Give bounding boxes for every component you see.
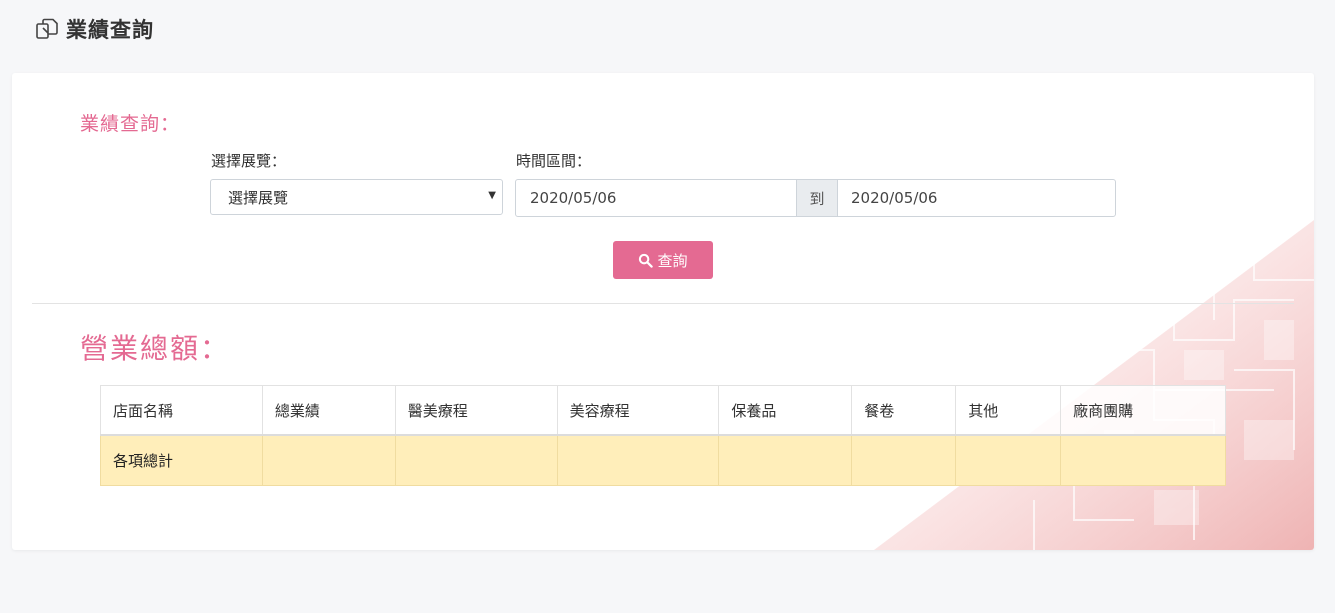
table-cell bbox=[261, 434, 396, 486]
search-icon bbox=[639, 253, 654, 268]
start-date-input[interactable]: 2020/05/06 bbox=[516, 180, 796, 216]
column-header: 店面名稱 bbox=[100, 385, 263, 436]
table-row: 各項總計 bbox=[100, 434, 1226, 486]
column-header: 美容療程 bbox=[556, 385, 720, 436]
table-cell bbox=[851, 434, 957, 486]
column-header: 廠商團購 bbox=[1060, 385, 1226, 436]
table-cell bbox=[718, 434, 853, 486]
caret-down-icon: ▼ bbox=[488, 190, 496, 201]
column-header: 其他 bbox=[955, 385, 1062, 436]
copy-icon bbox=[34, 16, 60, 42]
revenue-summary-table: 店面名稱 總業績 醫美療程 美容療程 保養品 餐卷 其他 廠商團購 各項總計 bbox=[100, 385, 1226, 486]
section-divider bbox=[32, 303, 1294, 304]
column-header: 保養品 bbox=[718, 385, 853, 436]
date-range-group: 2020/05/06 到 2020/05/06 bbox=[515, 179, 1116, 217]
exhibition-select[interactable]: 選擇展覽 ▼ bbox=[210, 179, 503, 215]
page-title: 業績查詢 bbox=[66, 18, 154, 42]
row-label: 各項總計 bbox=[100, 434, 263, 486]
table-header-row: 店面名稱 總業績 醫美療程 美容療程 保養品 餐卷 其他 廠商團購 bbox=[100, 385, 1226, 436]
column-header: 餐卷 bbox=[851, 385, 957, 436]
total-revenue-title: 營業總額： bbox=[80, 332, 231, 365]
exhibition-label: 選擇展覽： bbox=[211, 152, 287, 170]
table-cell bbox=[1060, 434, 1226, 486]
page-header: 業績查詢 bbox=[34, 14, 154, 44]
table-cell bbox=[556, 434, 720, 486]
query-section-label: 業績查詢： bbox=[80, 113, 181, 135]
query-button[interactable]: 查詢 bbox=[613, 241, 713, 279]
column-header: 總業績 bbox=[261, 385, 396, 436]
time-range-label: 時間區間： bbox=[516, 152, 592, 170]
end-date-input[interactable]: 2020/05/06 bbox=[838, 180, 1115, 216]
main-card: 業績查詢： 選擇展覽： 時間區間： 選擇展覽 ▼ 2020/05/06 到 20… bbox=[12, 73, 1314, 550]
column-header: 醫美療程 bbox=[394, 385, 558, 436]
table-cell bbox=[955, 434, 1062, 486]
exhibition-select-value: 選擇展覽 bbox=[228, 188, 289, 207]
query-button-label: 查詢 bbox=[657, 251, 688, 270]
table-cell bbox=[394, 434, 558, 486]
date-range-separator: 到 bbox=[796, 180, 838, 216]
